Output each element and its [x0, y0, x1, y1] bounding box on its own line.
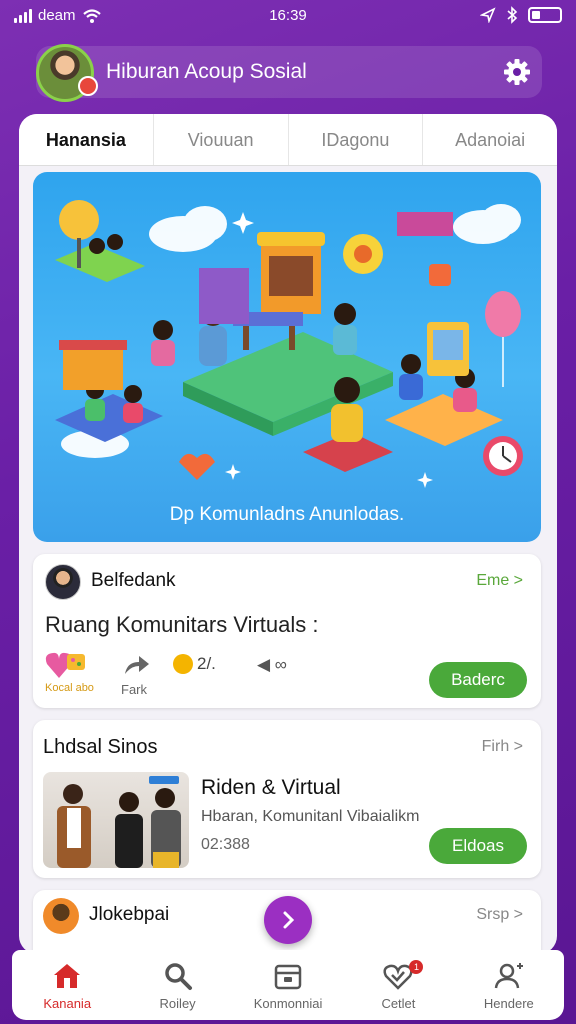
- people-photo: [57, 776, 181, 868]
- post-title: Ruang Komunitars Virtuals :: [45, 612, 319, 637]
- event-more-link[interactable]: Firh >: [482, 738, 523, 756]
- status-right: [480, 6, 562, 24]
- app-title: Hiburan Acoup Sosial: [106, 60, 307, 83]
- group-more-link[interactable]: Srsp >: [476, 906, 523, 924]
- audio-icons[interactable]: ◀ ∞: [257, 655, 287, 675]
- location-icon: [480, 7, 496, 23]
- nav-label-search: Roiley: [159, 996, 196, 1011]
- battery-icon: [528, 7, 562, 23]
- share-label: Fark: [121, 682, 147, 697]
- main-card: Hanansia Viouuan IDagonu Adanoiai Dp Kom…: [19, 114, 557, 954]
- hero-caption: Dp Komunladns Anunlodas.: [169, 504, 405, 525]
- add-user-icon: [494, 963, 523, 989]
- post-author: Belfedank: [91, 570, 176, 591]
- author-avatar[interactable]: [45, 564, 81, 600]
- nav-label-archive: Konmonniai: [253, 996, 323, 1011]
- next-fab-button[interactable]: [264, 896, 312, 944]
- nav-label-home: Kanania: [43, 996, 92, 1011]
- post-action-button[interactable]: Baderc: [429, 662, 527, 698]
- emoji-icon: [173, 654, 193, 674]
- gear-icon[interactable]: [502, 57, 532, 87]
- bluetooth-icon: [507, 6, 518, 24]
- community-illustration: [55, 200, 523, 488]
- nav-item-profile[interactable]: Hendere: [454, 950, 564, 1020]
- nav-item-archive[interactable]: Konmonniai: [233, 950, 343, 1020]
- post-card[interactable]: Belfedank Eme > Ruang Komunitars Virtual…: [33, 554, 541, 708]
- tab-bar: Hanansia Viouuan IDagonu Adanoiai: [19, 114, 557, 166]
- post-stats: 2/.: [197, 654, 216, 673]
- event-action-button[interactable]: Eldoas: [429, 828, 527, 864]
- event-time: 02:388: [201, 836, 250, 853]
- event-photo[interactable]: [43, 772, 189, 868]
- event-title: Riden & Virtual: [201, 776, 341, 799]
- bottom-nav: Kanania Roiley Konmonniai 1 Cetlet Hende…: [12, 950, 564, 1020]
- status-bar: deam 16:39: [0, 0, 576, 34]
- tab-hanansia[interactable]: Hanansia: [19, 114, 154, 165]
- post-more-link[interactable]: Eme >: [476, 572, 523, 590]
- reaction-label: Kocal abo: [45, 682, 94, 694]
- favorites-badge: 1: [409, 960, 424, 974]
- event-card[interactable]: Lhdsal Sinos Firh > Riden & Virtual Hbar…: [33, 720, 541, 878]
- nav-label-favorites: Cetlet: [381, 996, 416, 1011]
- notification-badge: [78, 76, 98, 96]
- nav-label-profile: Hendere: [483, 996, 534, 1011]
- search-icon: [164, 963, 192, 990]
- reaction-icon[interactable]: [45, 650, 89, 680]
- nav-item-home[interactable]: Kanania: [12, 950, 122, 1020]
- tab-idagonu[interactable]: IDagonu: [289, 114, 424, 165]
- tab-adanoiai[interactable]: Adanoiai: [423, 114, 557, 165]
- group-avatar[interactable]: [43, 898, 79, 934]
- nav-item-search[interactable]: Roiley: [122, 950, 232, 1020]
- share-icon[interactable]: [121, 652, 151, 676]
- app-header: Hiburan Acoup Sosial: [36, 44, 542, 102]
- event-section-title: Lhdsal Sinos: [43, 736, 158, 758]
- archive-icon: [274, 964, 302, 990]
- hero-banner[interactable]: Dp Komunladns Anunlodas.: [33, 172, 541, 542]
- tab-viouuan[interactable]: Viouuan: [154, 114, 289, 165]
- chevron-right-icon: [283, 911, 295, 929]
- home-icon: [54, 964, 81, 988]
- nav-item-favorites[interactable]: 1 Cetlet: [343, 950, 453, 1020]
- group-title: Jlokebpai: [89, 904, 170, 925]
- event-description: Hbaran, Komunitanl Vibaialikm: [201, 808, 420, 825]
